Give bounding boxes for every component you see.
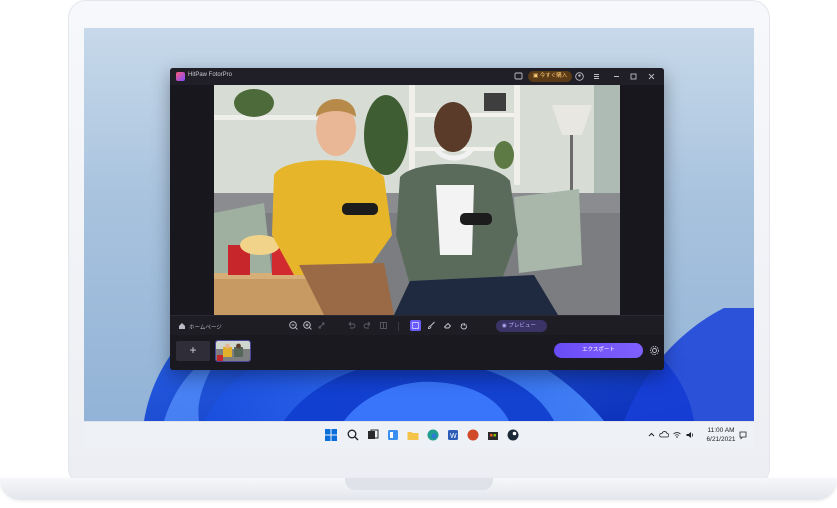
image-thumbnail[interactable] [215,340,251,362]
export-button[interactable]: エクスポート [554,343,643,358]
edit-toolbar: ホームページ ◉ プレビュー [170,315,664,336]
hand-icon[interactable] [458,320,469,331]
wifi-icon[interactable] [672,428,682,442]
minimize-icon[interactable] [611,71,622,82]
menu-icon[interactable] [591,71,602,82]
eraser-icon[interactable] [442,320,453,331]
word-icon[interactable]: W [446,428,460,442]
thumbnail-strip: + エクスポート [170,335,664,370]
chevron-up-icon[interactable] [647,428,656,442]
powerpoint-icon[interactable] [466,428,480,442]
windows-taskbar: W 11:00 AM 6/21/2021 [84,421,754,448]
edge-icon[interactable] [426,428,440,442]
image-canvas [170,85,664,315]
search-icon[interactable] [346,428,360,442]
notification-icon[interactable] [738,428,748,442]
undo-icon[interactable] [346,320,357,331]
toolbar-divider [398,322,399,331]
zoom-out-icon[interactable] [288,320,299,331]
laptop-notch [345,478,493,490]
file-explorer-icon[interactable] [406,428,420,442]
desktop-screen: HitPaw FotorPro ▣ 今すぐ購入 ホームページ ◉ プレビュー +… [84,28,754,448]
cart-icon: ▣ [533,73,540,79]
home-icon[interactable] [178,322,186,330]
maximize-icon[interactable] [628,71,639,82]
clock[interactable]: 11:00 AM 6/21/2021 [703,426,739,444]
feedback-icon[interactable] [513,71,524,82]
preview-button[interactable]: ◉ プレビュー [496,320,547,332]
app-title: HitPaw FotorPro [188,72,233,78]
compare-icon[interactable] [378,320,389,331]
home-page-link[interactable]: ホームページ [189,323,222,331]
buy-now-button[interactable]: ▣ 今すぐ購入 [528,71,573,82]
task-view-icon[interactable] [366,428,380,442]
close-icon[interactable] [646,71,657,82]
store-icon[interactable] [486,428,500,442]
windows-start-icon[interactable] [324,428,338,442]
gear-icon[interactable] [649,345,660,356]
app-window: HitPaw FotorPro ▣ 今すぐ購入 ホームページ ◉ プレビュー +… [170,68,664,370]
account-icon[interactable] [574,71,585,82]
steam-icon[interactable] [506,428,520,442]
add-image-button[interactable]: + [176,341,210,361]
app-logo-icon [176,72,185,81]
select-area-icon[interactable] [410,320,421,331]
buy-now-label: 今すぐ購入 [539,73,568,79]
zoom-in-icon[interactable] [302,320,313,331]
cloud-icon[interactable] [659,428,669,442]
time-text: 11:00 AM [707,427,735,434]
date-text: 6/21/2021 [706,436,736,443]
redo-icon[interactable] [362,320,373,331]
widgets-icon[interactable] [386,428,400,442]
volume-icon[interactable] [685,428,695,442]
brush-icon[interactable] [426,320,437,331]
svg-text:W: W [450,433,457,440]
photo-preview[interactable] [214,85,620,315]
preview-label: プレビュー [508,323,536,329]
fit-screen-icon[interactable] [316,320,327,331]
title-bar: HitPaw FotorPro ▣ 今すぐ購入 [170,68,664,85]
